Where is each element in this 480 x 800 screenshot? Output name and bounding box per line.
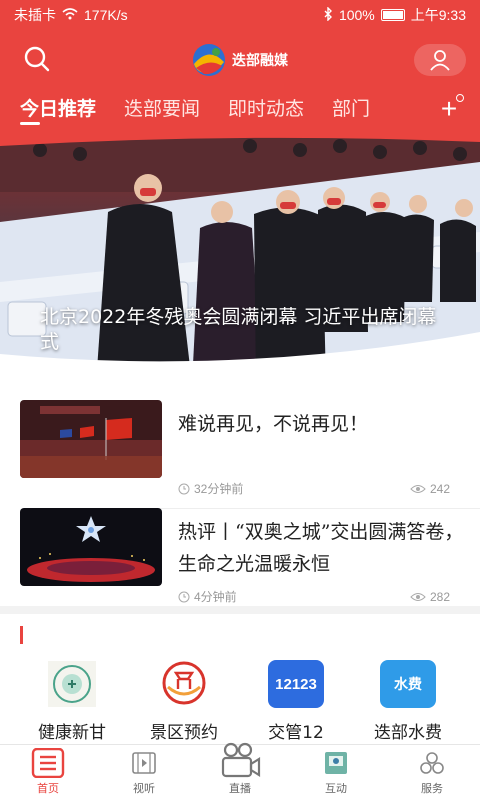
traffic-badge: 12123 xyxy=(275,675,317,693)
news-meta: 4分钟前 282 xyxy=(178,588,450,605)
tab-departments[interactable]: 部门 xyxy=(332,90,370,121)
nav-label: 互动 xyxy=(325,783,347,795)
notification-dot-icon xyxy=(456,94,464,102)
news-time: 32分钟前 xyxy=(194,482,244,496)
battery-icon xyxy=(380,9,405,21)
service-icon xyxy=(415,748,449,778)
app-logo: 迭部融媒 xyxy=(190,42,288,78)
user-icon xyxy=(430,50,450,71)
news-title: 难说再见，不说再见！ xyxy=(178,413,369,435)
service-scenic[interactable]: 景区预约 xyxy=(129,660,239,743)
tab-instant-news[interactable]: 即时动态 xyxy=(228,90,304,121)
service-label: 交管12 xyxy=(268,723,324,743)
bottom-nav: 首页 视听 直播 互动 服务 xyxy=(0,742,480,800)
news-views: 282 xyxy=(429,589,450,604)
clock: 上午9:33 xyxy=(410,7,466,23)
news-thumbnail xyxy=(20,400,162,478)
water-icon: 水费 xyxy=(380,660,436,708)
live-icon xyxy=(218,742,262,778)
eye-icon xyxy=(410,484,426,493)
services-section: 健康新甘 景区预约 12123 交管12 水费 迭部水费 xyxy=(0,614,480,748)
search-button[interactable] xyxy=(22,44,52,74)
news-time: 4分钟前 xyxy=(194,590,237,604)
news-item[interactable]: 热评丨“双奥之城”交出圆满答卷，生命之光温暖永恒 4分钟前 282 xyxy=(20,508,464,608)
nav-label: 服务 xyxy=(421,783,443,795)
water-badge: 水费 xyxy=(394,676,422,692)
news-list: 难说再见，不说再见！ 32分钟前 242 热评丨“双奥之城”交出圆满答卷，生命之… xyxy=(0,384,480,606)
news-meta: 32分钟前 242 xyxy=(178,480,450,497)
network-speed: 177K/s xyxy=(84,7,128,23)
news-views: 242 xyxy=(429,481,450,496)
service-traffic[interactable]: 12123 交管12 xyxy=(241,660,351,743)
clock-icon xyxy=(178,483,190,494)
nav-service[interactable]: 服务 xyxy=(384,745,480,800)
home-icon xyxy=(31,748,65,778)
app-header: 迭部融媒 xyxy=(0,30,480,90)
nav-label: 直播 xyxy=(229,783,251,795)
user-profile-button[interactable] xyxy=(414,44,466,76)
news-item[interactable]: 难说再见，不说再见！ 32分钟前 242 xyxy=(20,400,480,509)
wifi-icon xyxy=(62,7,78,23)
eye-icon xyxy=(410,592,426,601)
interact-icon xyxy=(319,748,353,778)
nav-home[interactable]: 首页 xyxy=(0,745,96,800)
service-health[interactable]: 健康新甘 xyxy=(17,660,127,743)
service-label: 迭部水费 xyxy=(374,723,442,743)
health-icon xyxy=(44,660,100,708)
nav-label: 首页 xyxy=(37,783,59,795)
sim-status: 未插卡 xyxy=(14,7,56,23)
nav-live[interactable]: 直播 xyxy=(192,742,288,800)
logo-text: 迭部融媒 xyxy=(232,53,288,69)
status-bar: 未插卡 177K/s 100% 上午9:33 xyxy=(0,0,480,30)
bluetooth-icon xyxy=(324,5,333,24)
news-title: 热评丨“双奥之城”交出圆满答卷，生命之光温暖永恒 xyxy=(178,521,464,575)
news-thumbnail xyxy=(20,508,162,586)
service-label: 健康新甘 xyxy=(38,723,106,743)
tab-today-recommend[interactable]: 今日推荐 xyxy=(20,90,96,125)
nav-video[interactable]: 视听 xyxy=(96,745,192,800)
nav-label: 视听 xyxy=(133,783,155,795)
nav-interact[interactable]: 互动 xyxy=(288,745,384,800)
search-icon xyxy=(24,46,50,72)
hero-banner[interactable]: 北京2022年冬残奥会圆满闭幕 习近平出席闭幕式 xyxy=(0,132,480,384)
scenic-icon xyxy=(156,660,212,708)
logo-mark-icon xyxy=(193,44,225,76)
service-water[interactable]: 水费 迭部水费 xyxy=(353,660,463,743)
hero-caption: 北京2022年冬残奥会圆满闭幕 习近平出席闭幕式 xyxy=(40,306,437,353)
traffic-icon: 12123 xyxy=(268,660,324,708)
clock-icon xyxy=(178,591,190,602)
video-icon xyxy=(127,748,161,778)
tab-diebu-news[interactable]: 迭部要闻 xyxy=(124,90,200,121)
service-label: 景区预约 xyxy=(150,723,218,743)
section-accent-bar xyxy=(20,626,23,644)
battery-percent: 100% xyxy=(338,7,375,23)
